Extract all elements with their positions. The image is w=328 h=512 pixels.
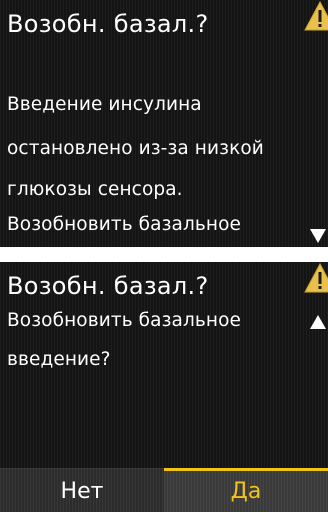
warning-icon (304, 263, 328, 293)
scroll-down-arrow-icon[interactable] (308, 227, 328, 245)
softkey-bar: Нет Да (0, 468, 328, 512)
message-line: Введение инсулина (7, 94, 202, 115)
message-line: остановлено из-за низкой (7, 138, 264, 159)
screen-title: Возобн. базал.? (7, 10, 209, 38)
pump-screen-message: Возобн. базал.? Введение инсулина остано… (0, 0, 328, 247)
no-button[interactable]: Нет (0, 468, 164, 512)
message-line: введение? (7, 349, 111, 370)
scroll-up-arrow-icon[interactable] (308, 313, 328, 331)
divider (0, 247, 328, 262)
screen-title: Возобн. базал.? (7, 272, 209, 300)
message-line: Возобновить базальное (7, 214, 242, 235)
yes-button[interactable]: Да (164, 468, 328, 512)
warning-icon (304, 1, 328, 31)
message-line: глюкозы сенсора. (7, 179, 183, 200)
message-line: Возобновить базальное (7, 310, 242, 331)
pump-screen-confirm: Возобн. базал.? Возобновить базальное вв… (0, 262, 328, 512)
